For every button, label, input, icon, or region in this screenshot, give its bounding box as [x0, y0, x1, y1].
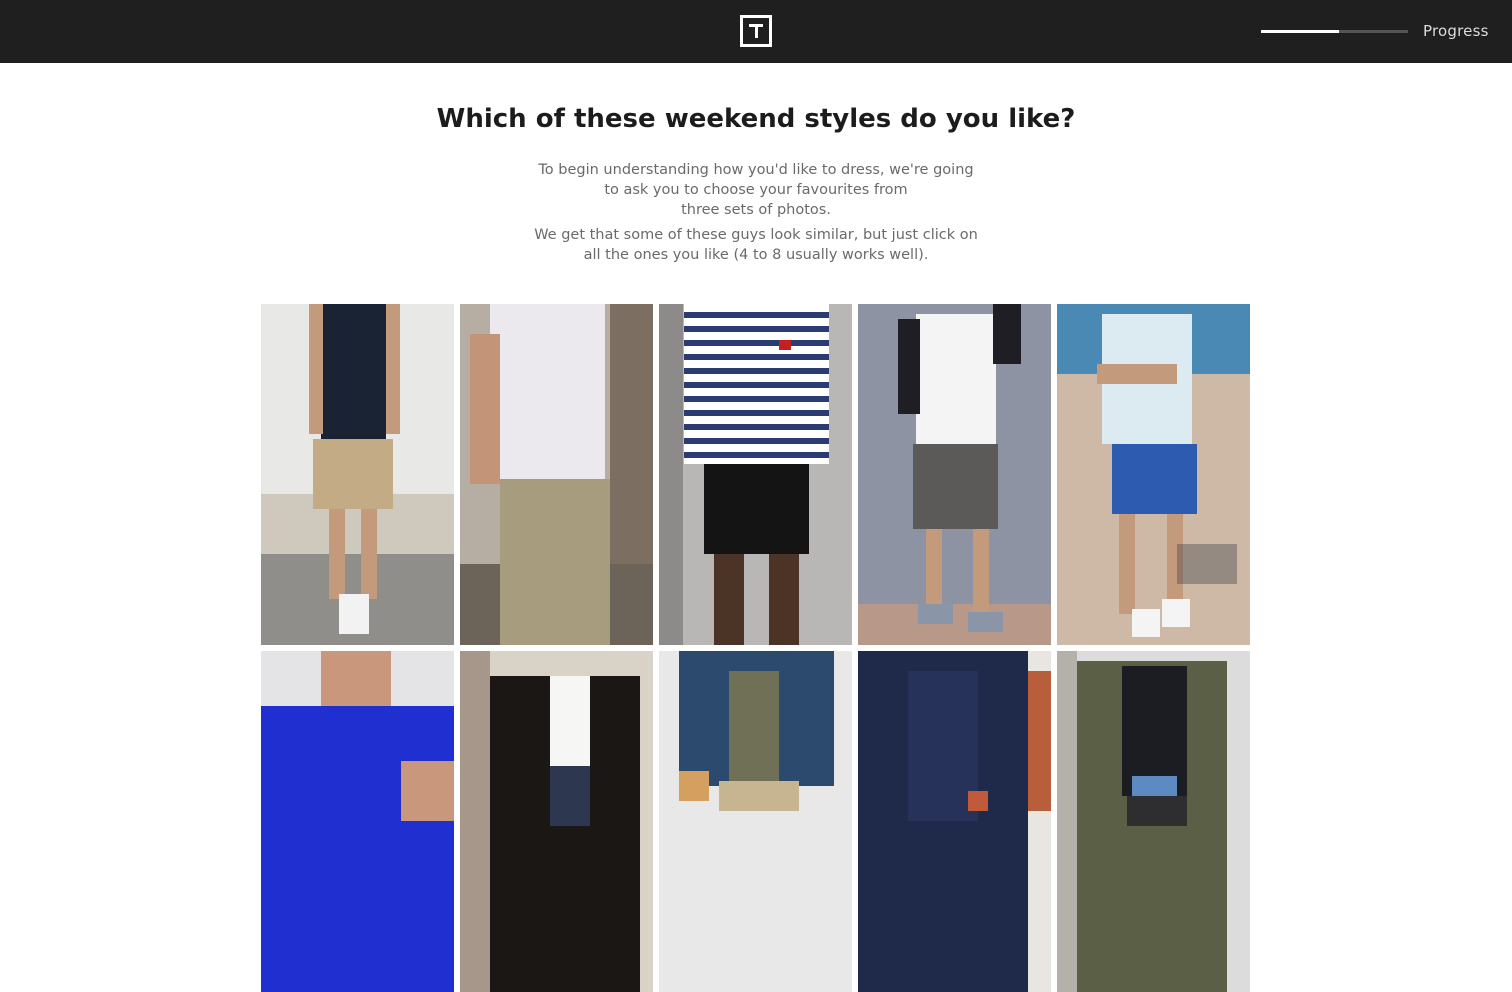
page-title: Which of these weekend styles do you lik…: [436, 104, 1076, 134]
T-logo-icon[interactable]: [740, 15, 772, 47]
intro-line: three sets of photos.: [681, 202, 831, 218]
progress-fill: [1261, 30, 1339, 33]
style-photo-navy-tank-khaki-shorts[interactable]: [261, 304, 454, 645]
hint-line: all the ones you like (4 to 8 usually wo…: [583, 247, 929, 263]
hint-paragraph: We get that some of these guys look simi…: [500, 225, 1012, 265]
intro-line: To begin understanding how you'd like to…: [538, 162, 974, 178]
style-photo-white-henley-chinos[interactable]: [460, 304, 653, 645]
intro-line: to ask you to choose your favourites fro…: [604, 182, 908, 198]
style-photo-grid: [261, 304, 1251, 992]
intro-paragraph: To begin understanding how you'd like to…: [500, 160, 1012, 220]
style-photo-light-tee-blue-shorts[interactable]: [1057, 304, 1250, 645]
top-bar: Progress: [0, 0, 1512, 63]
progress-label: Progress: [1423, 22, 1489, 40]
style-photo-blue-polo[interactable]: [261, 651, 454, 992]
style-photo-striped-sweater-black-shorts[interactable]: [659, 304, 852, 645]
style-photo-olive-parka-sweater[interactable]: [1057, 651, 1250, 992]
progress-bar: [1261, 30, 1408, 33]
style-photo-navy-cable-knit-coat[interactable]: [858, 651, 1051, 992]
style-photo-raglan-tee-grey-shorts[interactable]: [858, 304, 1051, 645]
intro-text: To begin understanding how you'd like to…: [500, 160, 1012, 265]
style-photo-black-coat-white-tee[interactable]: [460, 651, 653, 992]
style-photo-denim-jacket-knit[interactable]: [659, 651, 852, 992]
hint-line: We get that some of these guys look simi…: [534, 227, 978, 243]
